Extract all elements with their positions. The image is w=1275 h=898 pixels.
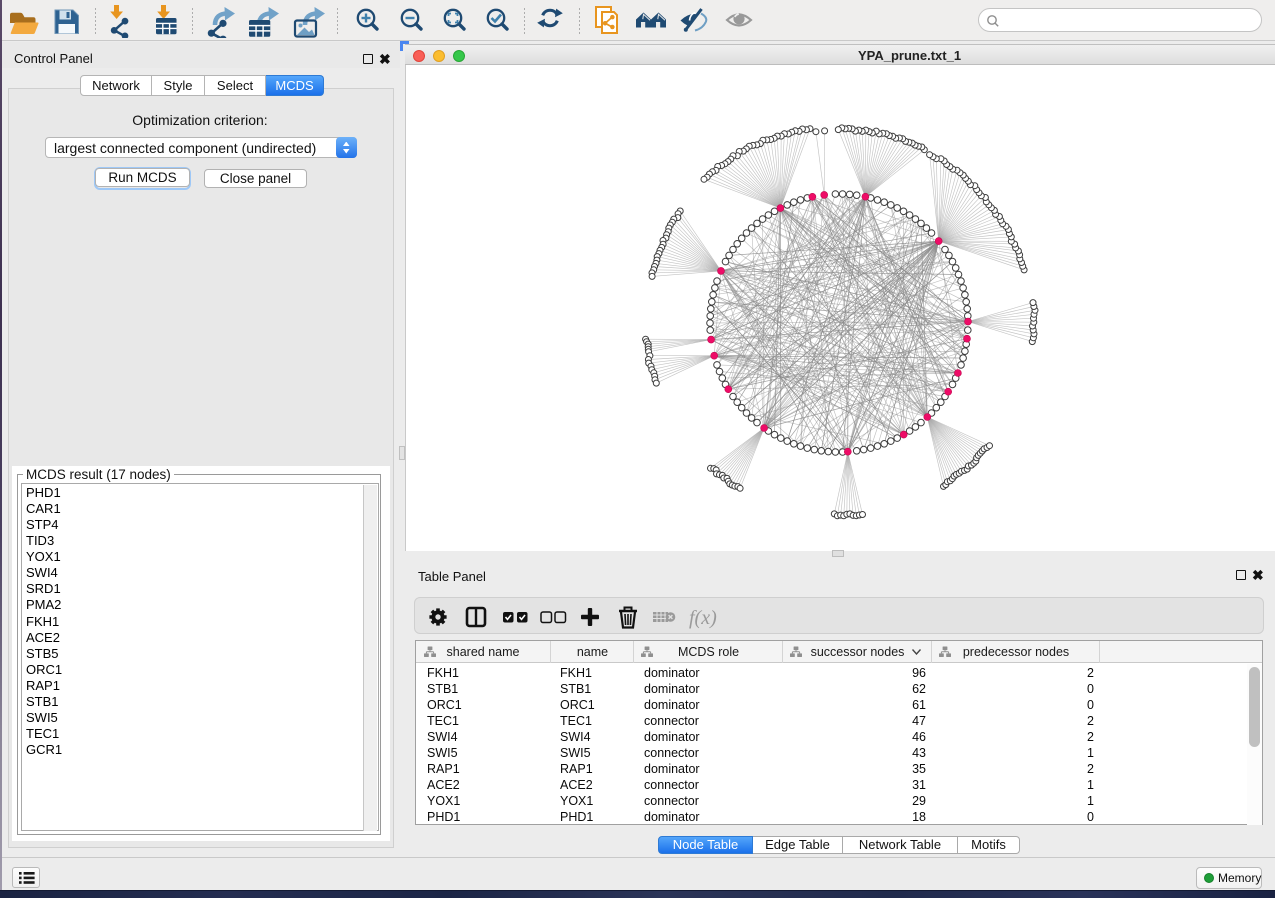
svg-text:f(x): f(x) xyxy=(689,607,717,629)
